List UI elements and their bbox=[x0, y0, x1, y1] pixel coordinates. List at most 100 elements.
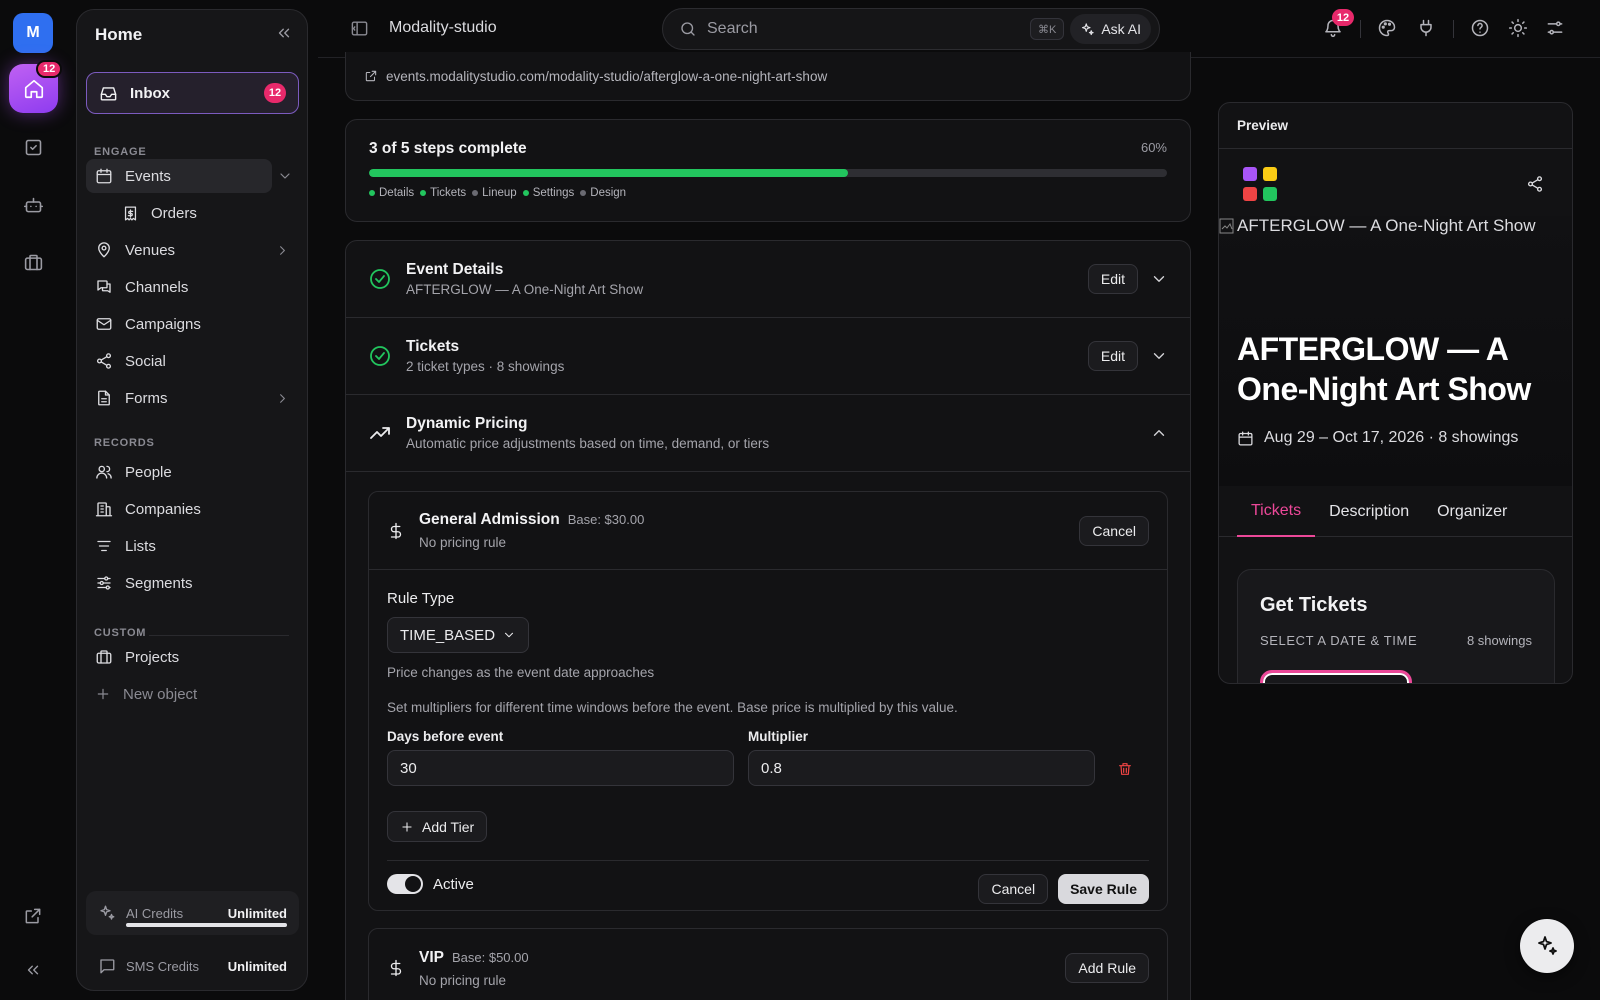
theme-palette-button[interactable] bbox=[1377, 18, 1397, 38]
active-label: Active bbox=[433, 875, 474, 893]
active-toggle[interactable] bbox=[387, 874, 423, 894]
settings-button[interactable] bbox=[1545, 18, 1565, 38]
progress-step: Tickets bbox=[420, 187, 466, 199]
app-rail: M 12 bbox=[0, 0, 66, 1000]
credits-label: AI Credits bbox=[126, 905, 184, 921]
ai-assistant-fab[interactable] bbox=[1520, 919, 1574, 973]
sidebar-item-forms[interactable]: Forms bbox=[86, 381, 299, 415]
sidebar: Home Inbox 12 ENGAGE Events Orders Venue… bbox=[76, 9, 308, 991]
chevron-down-icon[interactable] bbox=[1150, 270, 1168, 288]
sidebar-item-label: Channels bbox=[125, 278, 189, 296]
section-label-records: RECORDS bbox=[94, 437, 155, 449]
sms-credits: SMS Credits Unlimited bbox=[86, 944, 299, 988]
check-circle-icon bbox=[370, 269, 390, 289]
pricing-card-vip: VIP Base: $50.00 No pricing rule Add Rule bbox=[368, 928, 1168, 1000]
broken-image-icon bbox=[1219, 218, 1234, 234]
integrations-button[interactable] bbox=[1416, 18, 1436, 38]
sidebar-item-label: Companies bbox=[125, 500, 201, 518]
sidebar-item-social[interactable]: Social bbox=[86, 344, 299, 378]
sidebar-item-campaigns[interactable]: Campaigns bbox=[86, 307, 299, 341]
workspace-avatar[interactable]: M bbox=[13, 13, 53, 53]
step-status-dot bbox=[522, 190, 529, 196]
step-status-dot bbox=[420, 190, 427, 196]
edit-button[interactable]: Edit bbox=[1087, 341, 1138, 371]
tab-description[interactable]: Description bbox=[1315, 487, 1423, 537]
section-subtitle: 2 ticket types · 8 showings bbox=[406, 359, 565, 374]
showing-slot[interactable] bbox=[1260, 670, 1412, 683]
credits-value: Unlimited bbox=[227, 958, 287, 974]
sidebar-item-venues[interactable]: Venues bbox=[86, 233, 299, 267]
sidebar-item-projects[interactable]: Projects bbox=[86, 640, 299, 674]
add-tier-button[interactable]: Add Tier bbox=[387, 811, 488, 842]
step-status-dot bbox=[580, 190, 587, 196]
trash-icon bbox=[1119, 763, 1131, 775]
sidebar-item-channels[interactable]: Channels bbox=[86, 270, 299, 304]
chevron-up-icon[interactable] bbox=[1150, 424, 1168, 442]
sidebar-item-inbox[interactable]: Inbox 12 bbox=[86, 72, 299, 114]
plug-icon bbox=[1420, 19, 1432, 37]
delete-tier-button[interactable] bbox=[1117, 761, 1133, 777]
trending-up-icon bbox=[370, 427, 390, 439]
topbar: Modality-studio Search ⌘K Ask AI 12 bbox=[318, 0, 1600, 58]
edit-button[interactable]: Edit bbox=[1087, 264, 1138, 294]
message-square-icon bbox=[100, 959, 115, 974]
days-label: Days before event bbox=[387, 729, 504, 744]
messages-icon bbox=[97, 280, 111, 293]
apps-button[interactable] bbox=[18, 247, 48, 277]
save-rule-button[interactable]: Save Rule bbox=[1058, 874, 1149, 904]
open-external-button[interactable] bbox=[18, 901, 48, 931]
progress-bar bbox=[369, 169, 1167, 177]
event-date-text: Aug 29 – Oct 17, 2026 · 8 showings bbox=[1264, 429, 1519, 446]
rule-type-help: Price changes as the event date approach… bbox=[387, 665, 655, 680]
chevron-down-icon[interactable] bbox=[1150, 347, 1168, 365]
sidebar-item-new-object[interactable]: New object bbox=[86, 677, 299, 711]
days-input[interactable]: 30 bbox=[387, 750, 734, 786]
section-subtitle: Automatic price adjustments based on tim… bbox=[406, 436, 770, 451]
cancel-button[interactable]: Cancel bbox=[1079, 515, 1149, 546]
event-url-bar[interactable]: events.modalitystudio.com/modality-studi… bbox=[345, 52, 1191, 101]
share-button[interactable] bbox=[1526, 175, 1544, 193]
section-event-details[interactable]: Event Details AFTERGLOW — A One-Night Ar… bbox=[346, 241, 1190, 318]
tab-organizer[interactable]: Organizer bbox=[1423, 487, 1521, 537]
search-bar[interactable]: Search ⌘K Ask AI bbox=[662, 8, 1160, 50]
get-tickets-widget: Get Tickets SELECT A DATE & TIME 8 showi… bbox=[1237, 569, 1555, 683]
sidebar-item-events[interactable]: Events bbox=[86, 159, 272, 193]
get-tickets-title: Get Tickets bbox=[1260, 594, 1368, 616]
events-expand-chevron[interactable] bbox=[277, 168, 293, 184]
add-rule-button[interactable]: Add Rule bbox=[1065, 953, 1149, 983]
chevrons-left-icon bbox=[27, 965, 39, 975]
tasks-button[interactable] bbox=[18, 132, 48, 162]
theme-toggle-button[interactable] bbox=[1508, 18, 1528, 38]
dollar-icon bbox=[390, 959, 402, 977]
toggle-panel-button[interactable] bbox=[350, 19, 369, 38]
section-dynamic-pricing[interactable]: Dynamic Pricing Automatic price adjustme… bbox=[346, 395, 1190, 472]
sidebar-item-orders[interactable]: Orders bbox=[113, 196, 299, 230]
multiplier-input[interactable]: 0.8 bbox=[748, 750, 1095, 786]
ticket-base-price: Base: $50.00 bbox=[451, 949, 529, 965]
sidebar-item-lists[interactable]: Lists bbox=[86, 529, 299, 563]
expand-rail-button[interactable] bbox=[18, 955, 48, 985]
sliders-icon bbox=[97, 576, 111, 590]
section-title: Tickets bbox=[406, 338, 460, 355]
section-tickets[interactable]: Tickets 2 ticket types · 8 showings Edit bbox=[346, 318, 1190, 395]
preview-header: Preview bbox=[1219, 103, 1572, 149]
tab-tickets[interactable]: Tickets bbox=[1237, 487, 1316, 537]
search-input[interactable]: Search bbox=[707, 20, 1030, 38]
event-url[interactable]: events.modalitystudio.com/modality-studi… bbox=[386, 69, 827, 84]
sidebar-item-people[interactable]: People bbox=[86, 455, 299, 489]
automations-button[interactable] bbox=[18, 190, 48, 220]
event-dates: Aug 29 – Oct 17, 2026 · 8 showings bbox=[1237, 429, 1518, 447]
sidebar-item-segments[interactable]: Segments bbox=[86, 566, 299, 600]
help-button[interactable] bbox=[1470, 18, 1490, 38]
rule-type-select[interactable]: TIME_BASED bbox=[387, 617, 529, 653]
credits-value: Unlimited bbox=[227, 905, 287, 921]
collapse-sidebar-button[interactable] bbox=[275, 24, 293, 42]
bot-icon bbox=[23, 197, 43, 212]
ask-ai-button[interactable]: Ask AI bbox=[1070, 14, 1151, 44]
search-shortcut: ⌘K bbox=[1029, 18, 1065, 40]
home-icon bbox=[24, 79, 43, 98]
cancel-rule-button[interactable]: Cancel bbox=[978, 874, 1049, 904]
sidebar-item-label: Campaigns bbox=[125, 315, 201, 333]
rule-type-value: TIME_BASED bbox=[400, 626, 496, 644]
sidebar-item-companies[interactable]: Companies bbox=[86, 492, 299, 526]
